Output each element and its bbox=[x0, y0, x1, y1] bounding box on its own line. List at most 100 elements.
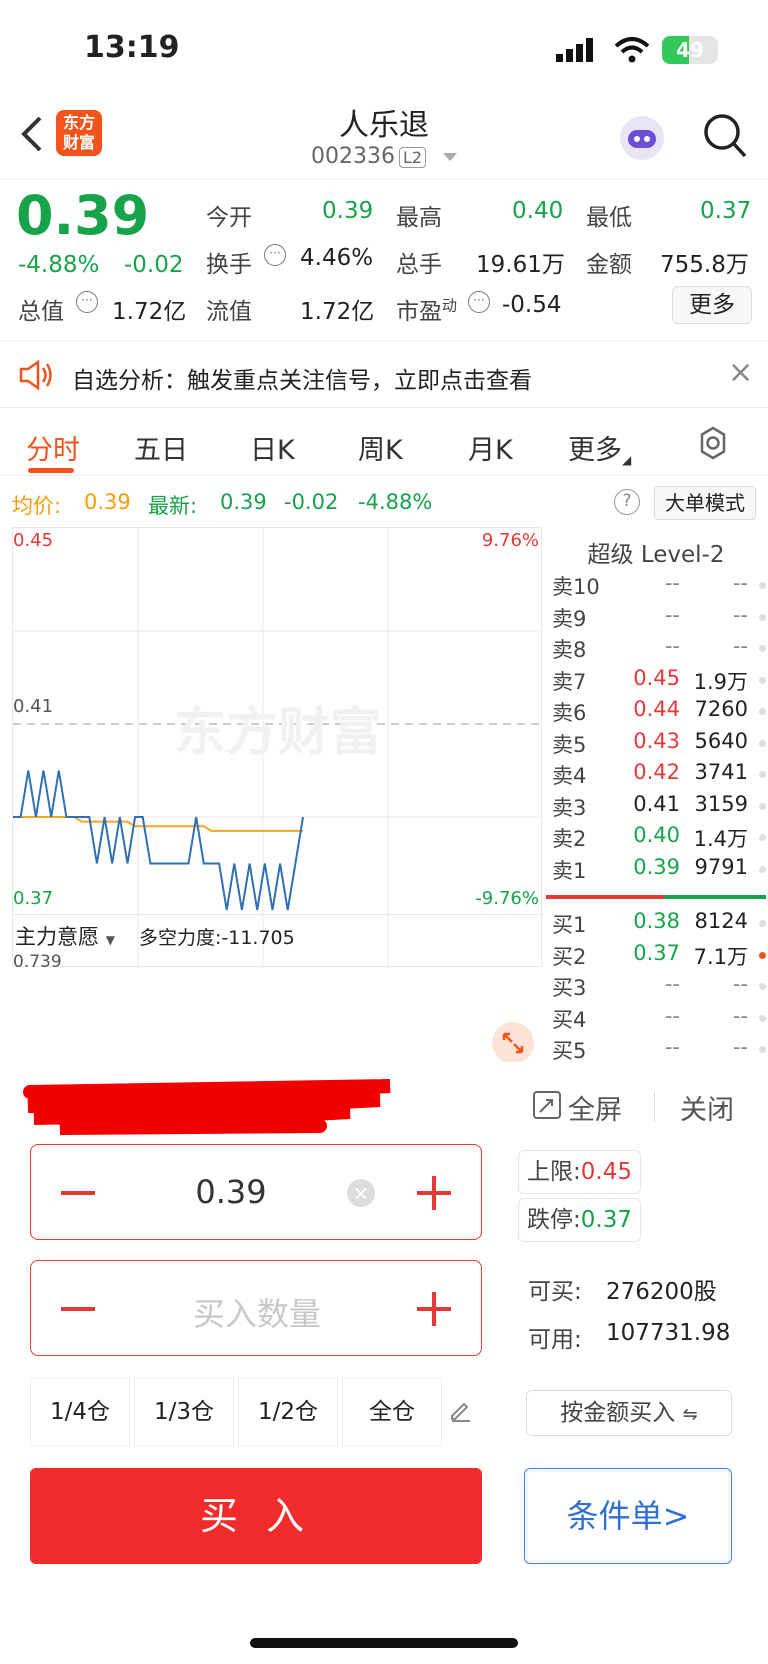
order-level-label: 买4 bbox=[552, 1007, 587, 1032]
app-header: 东方 财富 人乐退 002336 L2 bbox=[0, 100, 768, 180]
order-level-label: 卖4 bbox=[552, 764, 587, 788]
info-dots-icon[interactable]: ··· bbox=[264, 244, 286, 266]
y-mid-label: 0.41 bbox=[13, 696, 54, 717]
dropdown-triangle-icon bbox=[443, 153, 458, 161]
indicator-level: 0.739 bbox=[13, 952, 62, 972]
robot-avatar-icon[interactable] bbox=[618, 114, 666, 162]
bid-row[interactable]: 买3 -- -- bbox=[544, 972, 768, 1003]
order-level-label: 买3 bbox=[552, 976, 587, 1000]
indicator-strip: 主力意愿 ▼ 多空力度:-11.705 bbox=[13, 914, 543, 954]
order-price: 0.44 bbox=[633, 697, 680, 721]
redaction-scribble bbox=[23, 1079, 391, 1135]
gear-icon[interactable] bbox=[696, 426, 730, 460]
fullscreen-icon[interactable] bbox=[532, 1090, 562, 1120]
order-volume: -- bbox=[732, 602, 748, 627]
change-amount: -0.02 bbox=[124, 252, 184, 278]
edit-pencil-icon[interactable] bbox=[448, 1398, 472, 1422]
pe-label: 市盈动 bbox=[396, 296, 458, 325]
ask-row[interactable]: 卖2 0.40 1.4万 bbox=[544, 823, 768, 854]
position-third-button[interactable]: 1/3仓 bbox=[134, 1378, 234, 1446]
big-order-mode-button[interactable]: 大单模式 bbox=[654, 486, 756, 520]
signal-text: 自选分析：触发重点关注信号，立即点击查看 bbox=[72, 368, 532, 394]
tab-monthly-k[interactable]: 月K bbox=[468, 428, 513, 467]
order-dot bbox=[759, 983, 766, 990]
quantity-input[interactable]: 买入数量 bbox=[31, 1289, 483, 1335]
order-dot bbox=[759, 739, 766, 747]
intraday-chart[interactable]: 东方财富 0.45 9.76% 0.41 0.37 -9.76% 主力意愿 ▼ … bbox=[12, 527, 543, 972]
buy-by-amount-button[interactable]: 按金额买入 ⇋ bbox=[526, 1390, 732, 1436]
ask-row[interactable]: 卖8 -- -- bbox=[544, 634, 768, 665]
available-label: 可用: bbox=[528, 1327, 582, 1353]
order-dot bbox=[759, 865, 766, 873]
position-half-button[interactable]: 1/2仓 bbox=[238, 1378, 338, 1446]
close-icon[interactable]: × bbox=[728, 355, 753, 390]
tab-intraday[interactable]: 分时 bbox=[26, 428, 80, 467]
order-volume: 7.1万 bbox=[693, 944, 748, 969]
last-value: 0.39 bbox=[220, 490, 267, 514]
order-level-label: 卖1 bbox=[552, 858, 587, 883]
bid-row[interactable]: 买1 0.38 8124 bbox=[544, 909, 768, 940]
conditional-order-button[interactable]: 条件单> bbox=[524, 1468, 732, 1564]
y-bottom-pct: -9.76% bbox=[475, 888, 539, 909]
tab-weekly-k[interactable]: 周K bbox=[358, 428, 403, 467]
tab-more[interactable]: 更多◢ bbox=[568, 428, 631, 467]
close-panel-button[interactable]: 关闭 bbox=[680, 1088, 734, 1127]
indicator-selector[interactable]: 主力意愿 ▼ bbox=[15, 921, 115, 951]
order-level-label: 卖7 bbox=[552, 669, 587, 694]
turnover-value: 4.46% bbox=[300, 245, 374, 271]
fullscreen-button[interactable]: 全屏 bbox=[568, 1088, 622, 1127]
last-label: 最新: bbox=[148, 494, 198, 518]
info-dots-icon[interactable]: ··· bbox=[468, 291, 490, 313]
ask-row[interactable]: 卖5 0.43 5640 bbox=[544, 729, 768, 760]
battery-level: 49 bbox=[676, 38, 704, 62]
order-level-label: 卖6 bbox=[552, 701, 587, 725]
ask-row[interactable]: 卖9 -- -- bbox=[544, 603, 768, 634]
buy-button[interactable]: 买 入 bbox=[30, 1468, 482, 1564]
last-change-pct: -4.88% bbox=[358, 490, 433, 514]
clear-input-icon[interactable]: × bbox=[347, 1179, 375, 1207]
high-label: 最高 bbox=[396, 205, 442, 231]
bid-row[interactable]: 买4 -- -- bbox=[544, 1004, 768, 1035]
order-level-label: 买2 bbox=[552, 944, 587, 969]
ask-row[interactable]: 卖3 0.41 3159 bbox=[544, 792, 768, 823]
upper-limit-chip: 上限:0.45 bbox=[518, 1150, 641, 1194]
available-value: 107731.98 bbox=[606, 1320, 731, 1346]
pe-superscript: 动 bbox=[442, 296, 458, 315]
order-price: -- bbox=[664, 634, 680, 658]
cellular-signal-icon bbox=[556, 38, 596, 62]
limit-down-value: 0.37 bbox=[580, 1207, 632, 1233]
price-stepper[interactable]: 0.39 × bbox=[30, 1144, 482, 1240]
y-bottom-label: 0.37 bbox=[13, 888, 54, 909]
more-button[interactable]: 更多 bbox=[672, 286, 752, 324]
ask-row[interactable]: 卖4 0.42 3741 bbox=[544, 760, 768, 791]
high-value: 0.40 bbox=[512, 198, 564, 224]
order-price: 0.40 bbox=[633, 823, 680, 847]
ask-row[interactable]: 卖6 0.44 7260 bbox=[544, 697, 768, 728]
order-book-title[interactable]: 超级 Level-2 bbox=[544, 535, 768, 569]
signal-banner[interactable]: 自选分析：触发重点关注信号，立即点击查看 × bbox=[0, 340, 768, 408]
ask-row[interactable]: 卖10 -- -- bbox=[544, 571, 768, 602]
help-icon[interactable]: ? bbox=[614, 489, 640, 515]
order-level-label: 买5 bbox=[552, 1039, 587, 1063]
position-quarter-button[interactable]: 1/4仓 bbox=[30, 1378, 130, 1446]
upper-limit-label: 上限: bbox=[527, 1159, 581, 1185]
home-indicator bbox=[250, 1638, 518, 1648]
limit-down-label: 跌停: bbox=[527, 1207, 581, 1233]
bid-row[interactable]: 买2 0.37 7.1万 bbox=[544, 941, 768, 972]
order-level-label: 卖10 bbox=[552, 575, 600, 599]
ask-row[interactable]: 卖1 0.39 9791 bbox=[544, 855, 768, 886]
amount-value: 755.8万 bbox=[660, 252, 749, 278]
info-dots-icon[interactable]: ··· bbox=[76, 291, 98, 313]
can-buy-value: 276200股 bbox=[606, 1279, 717, 1305]
ask-row[interactable]: 卖7 0.45 1.9万 bbox=[544, 666, 768, 697]
price-line bbox=[13, 770, 304, 911]
quantity-stepper[interactable]: 买入数量 bbox=[30, 1260, 482, 1356]
search-icon[interactable] bbox=[702, 112, 748, 160]
position-full-button[interactable]: 全仓 bbox=[342, 1378, 442, 1446]
order-volume: 7260 bbox=[694, 697, 748, 721]
expand-arrows-icon[interactable] bbox=[492, 1022, 534, 1064]
period-tabs: 分时 五日 日K 周K 月K 更多◢ bbox=[0, 410, 768, 476]
tab-five-day[interactable]: 五日 bbox=[134, 428, 188, 467]
tab-daily-k[interactable]: 日K bbox=[250, 428, 295, 467]
order-volume: -- bbox=[732, 1003, 748, 1028]
